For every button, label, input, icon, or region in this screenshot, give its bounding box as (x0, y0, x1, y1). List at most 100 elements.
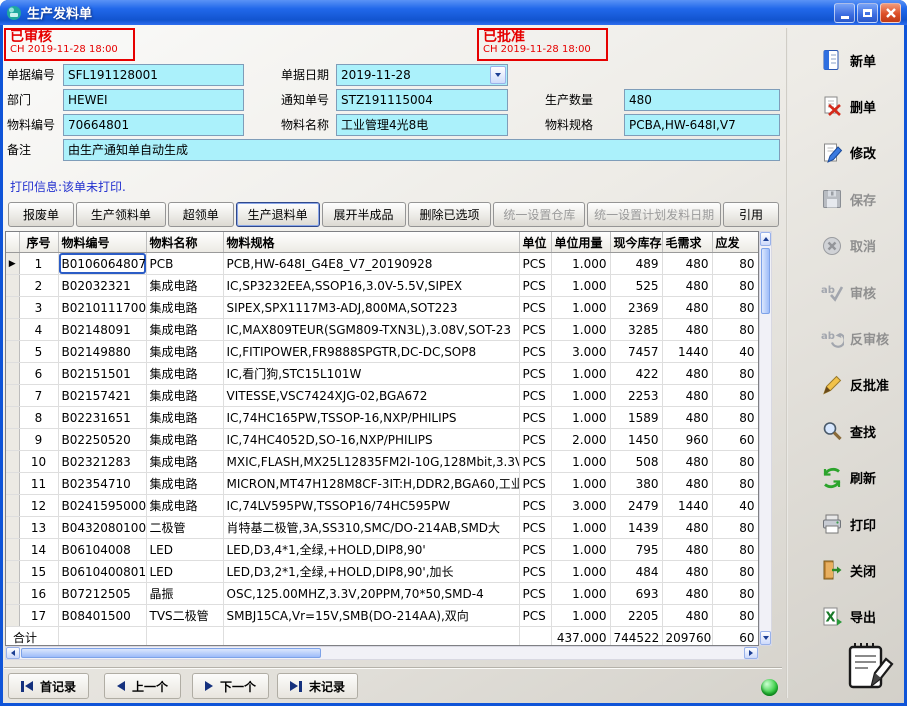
cell-issue[interactable]: 80 (712, 385, 758, 407)
cell-usage[interactable]: 3.000 (551, 495, 610, 517)
cell-seq[interactable]: 12 (19, 495, 58, 517)
cell-gross[interactable]: 480 (662, 473, 712, 495)
toolbar-button-scrap-order[interactable]: 报废单 (8, 202, 74, 227)
cell-stock[interactable]: 1450 (610, 429, 662, 451)
doc-date-dropdown-button[interactable] (490, 66, 506, 84)
cell-issue[interactable]: 80 (712, 583, 758, 605)
cell-unit[interactable]: PCS (519, 473, 551, 495)
cell-issue[interactable]: 80 (712, 517, 758, 539)
cell-unit[interactable]: PCS (519, 561, 551, 583)
cell-usage[interactable]: 1.000 (551, 275, 610, 297)
cell-gross[interactable]: 480 (662, 561, 712, 583)
table-row[interactable]: 3B0210111700集成电路SIPEX,SPX1117M3-ADJ,800M… (6, 297, 758, 319)
cell-issue[interactable]: 60 (712, 429, 758, 451)
cell-name[interactable]: 集成电路 (146, 473, 223, 495)
cell-seq[interactable]: 5 (19, 341, 58, 363)
table-row[interactable]: 8B02231651集成电路IC,74HC165PW,TSSOP-16,NXP/… (6, 407, 758, 429)
cell-gross[interactable]: 480 (662, 385, 712, 407)
cell-usage[interactable]: 1.000 (551, 297, 610, 319)
cell-issue[interactable]: 80 (712, 451, 758, 473)
doc-no-field[interactable]: SFL191128001 (63, 64, 244, 86)
cell-code[interactable]: B0610400801 (58, 561, 146, 583)
cell-code[interactable]: B0210111700 (58, 297, 146, 319)
cell-issue[interactable]: 80 (712, 605, 758, 627)
cell-unit[interactable]: PCS (519, 319, 551, 341)
table-row[interactable]: 6B02151501集成电路IC,看门狗,STC15L101WPCS1.0004… (6, 363, 758, 385)
toolbar-button-production-picking-order[interactable]: 生产领料单 (76, 202, 166, 227)
cell-spec[interactable]: IC,74HC4052D,SO-16,NXP/PHILIPS (223, 429, 519, 451)
cell-spec[interactable]: IC,74LV595PW,TSSOP16/74HC595PW (223, 495, 519, 517)
table-row[interactable]: 12B0241595000集成电路IC,74LV595PW,TSSOP16/74… (6, 495, 758, 517)
cell-spec[interactable]: SMBJ15CA,Vr=15V,SMB(DO-214AA),双向 (223, 605, 519, 627)
sidebar-button-unapprove[interactable]: 反批准 (820, 367, 906, 403)
table-row[interactable]: 17B08401500TVS二极管SMBJ15CA,Vr=15V,SMB(DO-… (6, 605, 758, 627)
cell-name[interactable]: 二极管 (146, 517, 223, 539)
cell-seq[interactable]: 8 (19, 407, 58, 429)
cell-seq[interactable]: 17 (19, 605, 58, 627)
cell-unit[interactable]: PCS (519, 363, 551, 385)
cell-code[interactable]: B0432080100 (58, 517, 146, 539)
cell-stock[interactable]: 795 (610, 539, 662, 561)
sidebar-button-new[interactable]: 新单 (820, 42, 906, 78)
scroll-right-button[interactable] (744, 647, 758, 659)
cell-code[interactable]: B02157421 (58, 385, 146, 407)
toolbar-button-delete-selected[interactable]: 删除已选项 (408, 202, 492, 227)
cell-gross[interactable]: 480 (662, 539, 712, 561)
cell-name[interactable]: 集成电路 (146, 341, 223, 363)
cell-name[interactable]: 集成电路 (146, 297, 223, 319)
column-header-gross[interactable]: 毛需求 (662, 232, 712, 253)
toolbar-button-expand-semi-finished[interactable]: 展开半成品 (322, 202, 406, 227)
table-row[interactable]: 5B02149880集成电路IC,FITIPOWER,FR9888SPGTR,D… (6, 341, 758, 363)
cell-issue[interactable]: 80 (712, 539, 758, 561)
cell-name[interactable]: 集成电路 (146, 429, 223, 451)
cell-code[interactable]: B0106064807 (58, 253, 146, 275)
cell-unit[interactable]: PCS (519, 297, 551, 319)
cell-stock[interactable]: 693 (610, 583, 662, 605)
cell-seq[interactable]: 2 (19, 275, 58, 297)
cell-gross[interactable]: 1440 (662, 341, 712, 363)
cell-unit[interactable]: PCS (519, 341, 551, 363)
sidebar-button-print[interactable]: 打印 (820, 506, 906, 542)
cell-stock[interactable]: 489 (610, 253, 662, 275)
cell-name[interactable]: PCB (146, 253, 223, 275)
table-row[interactable]: 2B02032321集成电路IC,SP3232EEA,SSOP16,3.0V-5… (6, 275, 758, 297)
cell-usage[interactable]: 1.000 (551, 539, 610, 561)
nav-button-first-record[interactable]: 首记录 (8, 673, 89, 699)
cell-code[interactable]: B08401500 (58, 605, 146, 627)
column-header-seq[interactable]: 序号 (19, 232, 58, 253)
cell-gross[interactable]: 480 (662, 275, 712, 297)
nav-button-next-record[interactable]: 下一个 (192, 673, 269, 699)
cell-issue[interactable]: 80 (712, 319, 758, 341)
table-row[interactable]: 7B02157421集成电路VITESSE,VSC7424XJG-02,BGA6… (6, 385, 758, 407)
cell-stock[interactable]: 508 (610, 451, 662, 473)
cell-name[interactable]: 集成电路 (146, 363, 223, 385)
cell-seq[interactable]: 4 (19, 319, 58, 341)
cell-unit[interactable]: PCS (519, 495, 551, 517)
cell-spec[interactable]: IC,SP3232EEA,SSOP16,3.0V-5.5V,SIPEX (223, 275, 519, 297)
cell-spec[interactable]: 肖特基二极管,3A,SS310,SMC/DO-214AB,SMD大 (223, 517, 519, 539)
cell-spec[interactable]: MXIC,FLASH,MX25L12835FM2I-10G,128Mbit,3.… (223, 451, 519, 473)
cell-code[interactable]: B07212505 (58, 583, 146, 605)
cell-name[interactable]: LED (146, 539, 223, 561)
cell-usage[interactable]: 1.000 (551, 319, 610, 341)
cell-name[interactable]: LED (146, 561, 223, 583)
column-header-code[interactable]: 物料编号 (58, 232, 146, 253)
close-button[interactable] (880, 3, 901, 23)
cell-seq[interactable]: 3 (19, 297, 58, 319)
cell-name[interactable]: TVS二极管 (146, 605, 223, 627)
column-header-issue[interactable]: 应发 (712, 232, 758, 253)
cell-seq[interactable]: 1 (19, 253, 58, 275)
horizontal-scroll-thumb[interactable] (21, 648, 321, 658)
table-row[interactable]: 13B0432080100二极管肖特基二极管,3A,SS310,SMC/DO-2… (6, 517, 758, 539)
cell-usage[interactable]: 3.000 (551, 341, 610, 363)
maximize-button[interactable] (857, 3, 878, 23)
material-no-field[interactable]: 70664801 (63, 114, 244, 136)
cell-spec[interactable]: VITESSE,VSC7424XJG-02,BGA672 (223, 385, 519, 407)
cell-name[interactable]: 集成电路 (146, 275, 223, 297)
cell-unit[interactable]: PCS (519, 275, 551, 297)
toolbar-button-production-return-order[interactable]: 生产退料单 (236, 202, 320, 227)
cell-stock[interactable]: 3285 (610, 319, 662, 341)
remark-field[interactable]: 由生产通知单自动生成 (63, 139, 780, 161)
cell-issue[interactable]: 40 (712, 495, 758, 517)
cell-unit[interactable]: PCS (519, 451, 551, 473)
